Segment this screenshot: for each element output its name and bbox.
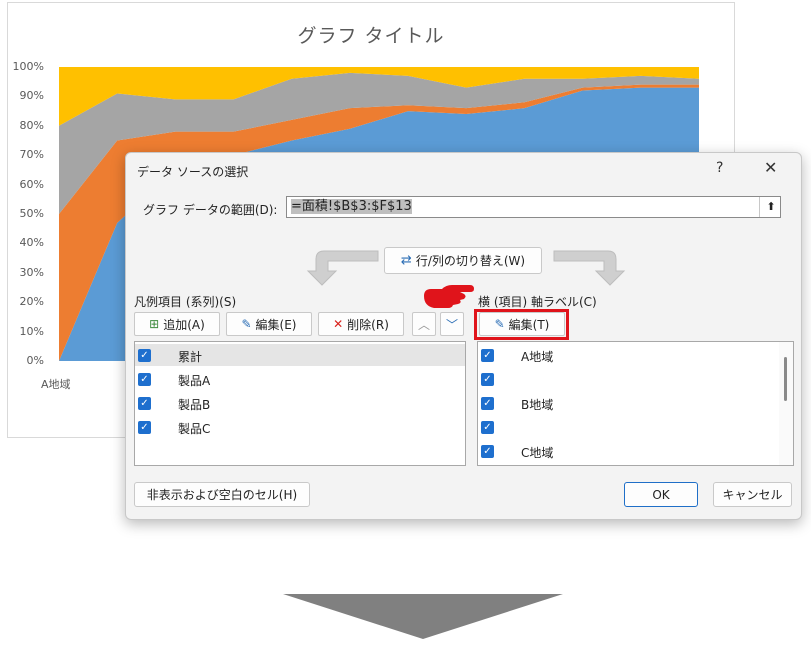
list-item[interactable]: ✓ C地域 [478, 440, 793, 462]
y-tick-label: 40% [19, 236, 44, 250]
y-tick-label: 0% [26, 354, 44, 367]
move-up-button[interactable]: ︿ [412, 312, 436, 336]
add-label: 追加(A) [163, 317, 205, 332]
edit-icon: ✎ [241, 317, 252, 331]
chevron-down-icon: ﹀ [445, 317, 458, 332]
axis-list-scrollbar[interactable] [779, 342, 793, 465]
list-item[interactable]: ✓ [478, 416, 793, 438]
edit-series-button[interactable]: ✎ 編集(E) [226, 312, 312, 336]
series-list[interactable]: ✓ 製品C ✓ 製品B ✓ 製品A ✓ 累計 [134, 341, 466, 466]
axis-labels-label: 横 (項目) 軸ラベル(C) [478, 295, 597, 309]
collapse-range-button[interactable]: ⬆ [759, 197, 782, 217]
list-item[interactable]: ✓ 製品A [135, 368, 465, 390]
list-item-label: C地域 [521, 446, 554, 460]
checkbox[interactable]: ✓ [481, 349, 494, 362]
close-button[interactable]: ✕ [764, 158, 777, 177]
range-value: =面積!$B$3:$F$13 [291, 199, 412, 214]
select-data-source-dialog: データ ソースの選択 ? ✕ グラフ データの範囲(D): =面積!$B$3:$… [125, 152, 802, 520]
y-tick-label: 10% [19, 324, 44, 338]
y-tick-label: 70% [19, 148, 44, 162]
legend-toolbar: ⊞ 追加(A) ✎ 編集(E) ✕ 削除(R) ︿ ﹀ [134, 310, 466, 338]
checkbox[interactable]: ✓ [481, 421, 494, 434]
add-series-button[interactable]: ⊞ 追加(A) [134, 312, 220, 336]
delete-series-button[interactable]: ✕ 削除(R) [318, 312, 404, 336]
list-item-label: B地域 [521, 398, 554, 412]
list-item[interactable]: ✓ B地域 [478, 392, 793, 414]
y-tick-label: 20% [19, 295, 44, 309]
pointing-hand-icon [424, 285, 474, 308]
delete-icon: ✕ [333, 317, 344, 331]
y-tick-label: 80% [19, 118, 44, 132]
x-tick-label: A地域 [41, 378, 71, 391]
dialog-title: データ ソースの選択 [137, 165, 249, 179]
scroll-thumb[interactable] [784, 357, 787, 401]
list-item[interactable]: ✓ A地域 [478, 344, 793, 366]
highlight-box [474, 309, 569, 340]
switch-label: 行/列の切り替え(W) [415, 254, 526, 268]
left-curve-arrow-icon [306, 250, 379, 286]
y-tick-label: 100% [12, 60, 44, 73]
cancel-button[interactable]: キャンセル [713, 482, 792, 507]
checkbox[interactable]: ✓ [138, 421, 151, 434]
legend-entries-label: 凡例項目 (系列)(S) [134, 295, 237, 309]
delete-label: 削除(R) [347, 317, 389, 332]
checkbox[interactable]: ✓ [481, 373, 494, 386]
checkbox[interactable]: ✓ [481, 445, 494, 458]
axis-labels-list[interactable]: ✓ C地域 ✓ ✓ B地域 ✓ ✓ A地域 [477, 341, 794, 466]
switch-icon: ⇄ [400, 253, 412, 268]
list-item-label: 累計 [178, 350, 203, 364]
list-item-label: 製品A [178, 374, 211, 388]
list-item-label: 製品B [178, 398, 211, 412]
right-curve-arrow-icon [553, 250, 626, 286]
y-tick-label: 90% [19, 89, 44, 103]
help-button[interactable]: ? [716, 160, 723, 176]
list-item[interactable]: ✓ [478, 368, 793, 390]
collapse-icon: ⬆ [766, 200, 776, 213]
ok-button[interactable]: OK [624, 482, 698, 507]
edit-label: 編集(E) [255, 317, 297, 332]
y-tick-label: 60% [19, 177, 44, 191]
data-range-input[interactable]: =面積!$B$3:$F$13 [286, 196, 781, 218]
checkbox[interactable]: ✓ [138, 397, 151, 410]
list-item[interactable]: ✓ 累計 [135, 344, 465, 366]
checkbox[interactable]: ✓ [138, 349, 151, 362]
list-item[interactable]: ✓ 製品C [135, 416, 465, 438]
add-icon: ⊞ [149, 317, 160, 331]
list-item-label: 製品C [178, 422, 211, 436]
list-item[interactable]: ✓ 製品B [135, 392, 465, 414]
move-down-button[interactable]: ﹀ [440, 312, 464, 336]
y-tick-label: 50% [19, 207, 44, 220]
range-label: グラフ データの範囲(D): [143, 203, 278, 217]
y-tick-label: 30% [19, 265, 44, 279]
list-item-label: A地域 [521, 350, 554, 364]
hidden-empty-cells-button[interactable]: 非表示および空白のセル(H) [134, 482, 310, 507]
checkbox[interactable]: ✓ [138, 373, 151, 386]
chevron-up-icon: ︿ [417, 317, 430, 332]
down-arrow-icon [283, 594, 563, 639]
checkbox[interactable]: ✓ [481, 397, 494, 410]
switch-row-column-button[interactable]: ⇄ 行/列の切り替え(W) [384, 247, 542, 274]
